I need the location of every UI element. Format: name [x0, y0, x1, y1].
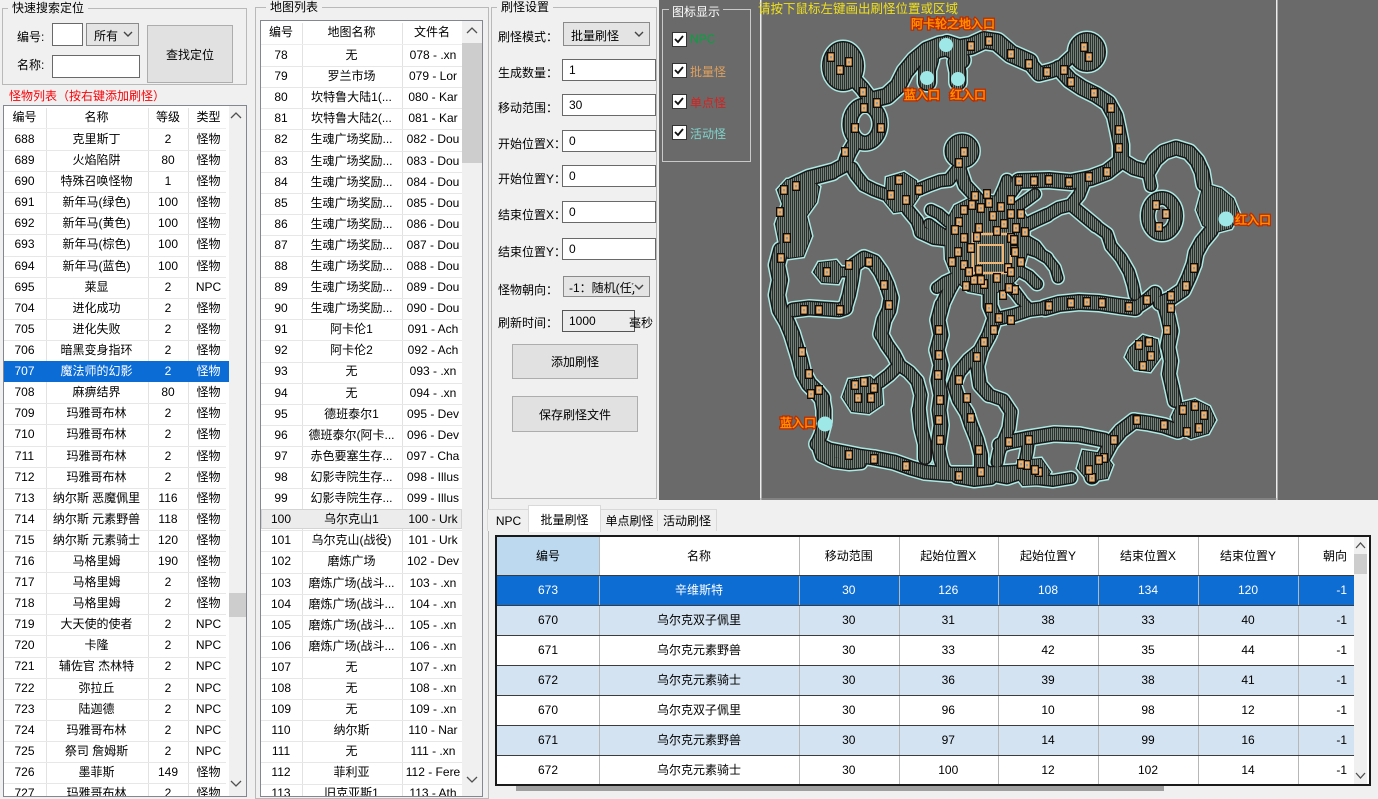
svg-text:请按下鼠标左键画出刷怪位置或区域: 请按下鼠标左键画出刷怪位置或区域	[758, 1, 958, 16]
svg-text:红入口: 红入口	[1235, 212, 1271, 227]
svg-text:蓝入口: 蓝入口	[904, 87, 940, 102]
svg-text:蓝入口: 蓝入口	[780, 415, 816, 430]
svg-text:阿卡轮之地入口: 阿卡轮之地入口	[911, 16, 995, 31]
svg-text:红入口: 红入口	[950, 87, 986, 102]
